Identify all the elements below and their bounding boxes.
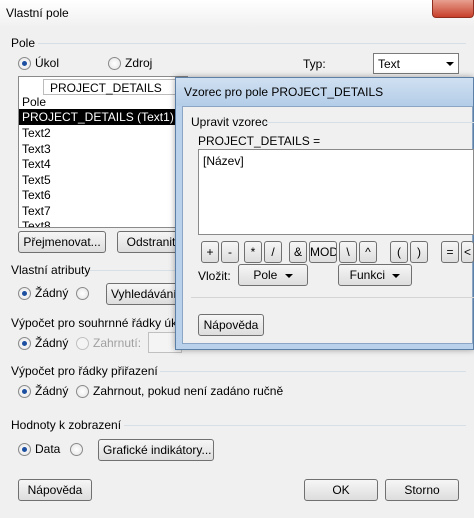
list-item[interactable]: Text4 (22, 157, 51, 171)
fields-group-label: Pole (11, 36, 36, 50)
insert-field-label: Pole (253, 268, 278, 282)
assignment-none-radio[interactable] (18, 385, 31, 398)
operator-less-than-button[interactable]: < (461, 241, 474, 263)
task-radio[interactable] (18, 57, 31, 70)
summary-none-radio[interactable] (18, 337, 31, 350)
summary-none-label: Žádný (35, 336, 69, 350)
cancel-button[interactable]: Storno (385, 479, 459, 501)
list-item[interactable]: Text6 (22, 188, 51, 202)
list-item[interactable]: Text7 (22, 204, 51, 218)
formula-dialog: Vzorec pro pole PROJECT_DETAILS Upravit … (175, 77, 474, 350)
operator-open-paren-button[interactable]: ( (390, 241, 408, 263)
attributes-label: Vlastní atributy (11, 263, 91, 277)
summary-include-label: Zahrnutí: (93, 336, 142, 350)
help-button[interactable]: Nápověda (18, 479, 92, 501)
assignment-none-label: Žádný (35, 384, 69, 398)
insert-label: Vložit: (198, 269, 231, 283)
assignment-rollup-radio[interactable] (76, 385, 89, 398)
edit-formula-separator (265, 122, 474, 123)
insert-function-button[interactable]: Funkci (338, 264, 412, 286)
list-item-selected[interactable]: PROJECT_DETAILS (Text1) (19, 109, 187, 125)
type-label: Typ: (303, 57, 326, 71)
insert-function-label: Funkci (349, 268, 385, 282)
operator-concat-button[interactable]: & (289, 241, 307, 263)
formula-dialog-title: Vzorec pro pole PROJECT_DETAILS (184, 85, 384, 99)
ok-button[interactable]: OK (304, 479, 378, 501)
assignment-rollup-label: Zahrnout, pokud není zadáno ručně (93, 384, 284, 398)
formula-text: [Název] (203, 154, 244, 168)
operator-equals-button[interactable]: = (441, 241, 459, 263)
display-data-radio[interactable] (18, 443, 31, 456)
window-title: Vlastní pole (6, 6, 69, 20)
operator-caret-button[interactable]: ^ (359, 241, 377, 263)
lookup-button[interactable]: Vyhledávání... (106, 283, 182, 305)
attributes-none-label: Žádný (35, 286, 69, 300)
field-list-header-box[interactable]: PROJECT_DETAILS (43, 79, 187, 95)
attributes-none-radio[interactable] (18, 287, 31, 300)
operator-minus-button[interactable]: - (221, 241, 239, 263)
field-list[interactable]: PROJECT_DETAILS Pole PROJECT_DETAILS (Te… (18, 76, 188, 228)
list-item[interactable]: Text5 (22, 173, 51, 187)
formula-help-button[interactable]: Nápověda (198, 314, 264, 336)
operator-plus-button[interactable]: + (201, 241, 219, 263)
attributes-separator (90, 270, 180, 271)
field-list-header-field: PROJECT_DETAILS (50, 81, 162, 95)
field-equals-label: PROJECT_DETAILS = (198, 134, 321, 148)
attributes-lookup-radio[interactable] (76, 287, 89, 300)
list-item[interactable]: Text2 (22, 126, 51, 140)
display-separator (124, 425, 466, 426)
summary-include-radio[interactable] (76, 337, 89, 350)
list-item[interactable]: Text3 (22, 142, 51, 156)
title-bar: Vlastní pole (0, 0, 474, 28)
close-button[interactable] (432, 0, 474, 18)
assignment-label: Výpočet pro řádky přiřazení (11, 364, 158, 378)
operator-close-paren-button[interactable]: ) (410, 241, 428, 263)
type-select[interactable]: Text (373, 53, 459, 74)
resource-radio-label: Zdroj (125, 56, 153, 70)
edit-formula-label: Upravit vzorec (191, 115, 268, 129)
insert-field-button[interactable]: Pole (238, 264, 308, 286)
operator-divide-button[interactable]: / (264, 241, 282, 263)
operator-mod-button[interactable]: MOD (309, 241, 337, 263)
chevron-down-icon (284, 273, 293, 278)
formula-dialog-title-bar: Vzorec pro pole PROJECT_DETAILS (176, 78, 473, 106)
assignment-separator (160, 371, 466, 372)
formula-textarea[interactable]: [Název] (198, 149, 474, 235)
list-item-label: PROJECT_DETAILS (Text1) (22, 110, 174, 124)
chevron-down-icon (446, 62, 454, 66)
fields-group-separator (38, 43, 466, 44)
rename-button[interactable]: Přejmenovat... (18, 231, 106, 253)
operator-backslash-button[interactable]: \ (339, 241, 357, 263)
operator-multiply-button[interactable]: * (244, 241, 262, 263)
list-item[interactable]: Text8 (22, 219, 51, 227)
display-graphic-radio[interactable] (70, 443, 83, 456)
field-list-column-header: Pole (22, 95, 47, 109)
chevron-down-icon (392, 273, 401, 278)
formula-dialog-body: Upravit vzorec PROJECT_DETAILS = [Název]… (182, 106, 474, 344)
task-radio-label: Úkol (35, 56, 60, 70)
resource-radio[interactable] (108, 57, 121, 70)
display-data-label: Data (35, 442, 61, 456)
formula-dialog-separator (191, 297, 474, 298)
graphic-indicators-button[interactable]: Grafické indikátory... (98, 439, 214, 461)
display-label: Hodnoty k zobrazení (11, 418, 122, 432)
type-select-value: Text (378, 57, 401, 71)
